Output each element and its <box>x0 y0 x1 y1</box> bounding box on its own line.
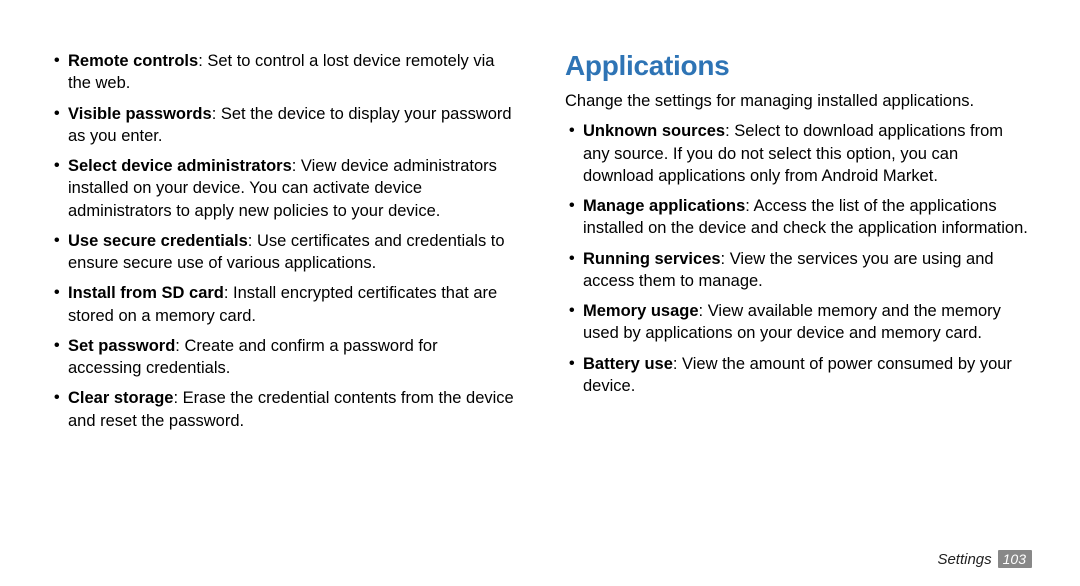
list-item: Battery use: View the amount of power co… <box>565 353 1030 398</box>
page-number: 103 <box>998 550 1032 568</box>
left-column: Remote controls: Set to control a lost d… <box>50 50 515 440</box>
term: Memory usage <box>583 302 699 320</box>
term: Install from SD card <box>68 284 224 302</box>
list-item: Memory usage: View available memory and … <box>565 300 1030 345</box>
right-bullet-list: Unknown sources: Select to download appl… <box>565 120 1030 397</box>
list-item: Select device administrators: View devic… <box>50 155 515 222</box>
list-item: Visible passwords: Set the device to dis… <box>50 103 515 148</box>
footer-section-name: Settings <box>937 551 991 568</box>
section-heading: Applications <box>565 50 1030 82</box>
term: Set password <box>68 337 175 355</box>
page-footer: Settings 103 <box>937 550 1032 568</box>
list-item: Manage applications: Access the list of … <box>565 195 1030 240</box>
list-item: Install from SD card: Install encrypted … <box>50 282 515 327</box>
list-item: Unknown sources: Select to download appl… <box>565 120 1030 187</box>
left-bullet-list: Remote controls: Set to control a lost d… <box>50 50 515 432</box>
page-content: Remote controls: Set to control a lost d… <box>0 0 1080 440</box>
term: Visible passwords <box>68 105 212 123</box>
term: Running services <box>583 250 721 268</box>
right-column: Applications Change the settings for man… <box>565 50 1030 440</box>
term: Unknown sources <box>583 122 725 140</box>
list-item: Set password: Create and confirm a passw… <box>50 335 515 380</box>
term: Remote controls <box>68 52 198 70</box>
list-item: Clear storage: Erase the credential cont… <box>50 387 515 432</box>
list-item: Remote controls: Set to control a lost d… <box>50 50 515 95</box>
list-item: Running services: View the services you … <box>565 248 1030 293</box>
term: Battery use <box>583 355 673 373</box>
term: Use secure credentials <box>68 232 248 250</box>
term: Clear storage <box>68 389 173 407</box>
intro-text: Change the settings for managing install… <box>565 90 1030 112</box>
term: Manage applications <box>583 197 745 215</box>
list-item: Use secure credentials: Use certificates… <box>50 230 515 275</box>
term: Select device administrators <box>68 157 292 175</box>
